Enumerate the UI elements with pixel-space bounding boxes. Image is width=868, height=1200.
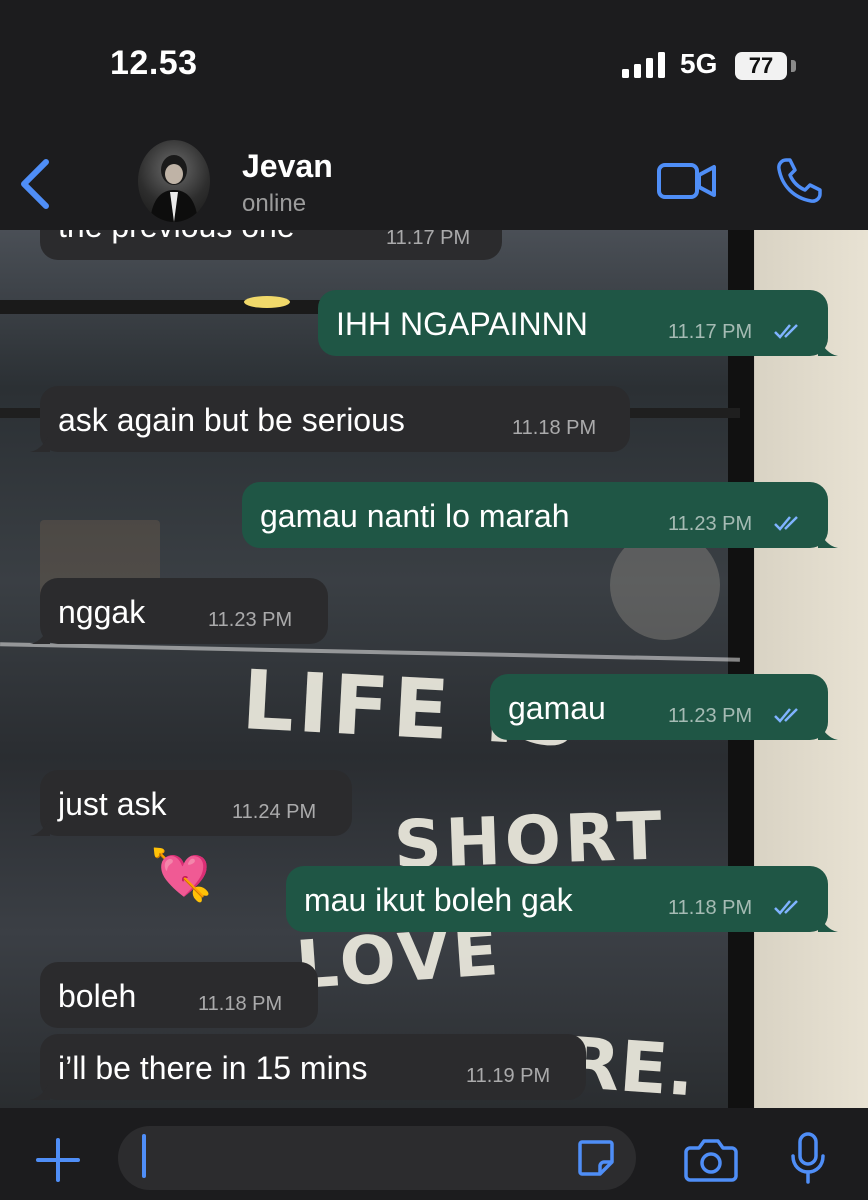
message-text: just ask (58, 786, 167, 822)
wallpaper-lamp (244, 296, 290, 308)
network-type: 5G (680, 48, 718, 79)
message-incoming[interactable]: boleh 11.18 PM (40, 962, 318, 1028)
microphone-icon[interactable] (790, 1132, 826, 1184)
signal-strength-icon (622, 52, 665, 78)
read-receipt-icon (774, 708, 798, 723)
bubble-tail (818, 528, 838, 548)
message-time: 11.23 PM (668, 705, 753, 727)
status-time: 12.53 (110, 44, 198, 82)
bubble-tail (30, 1080, 50, 1100)
message-text: nggak (58, 594, 146, 630)
message-time: 11.19 PM (466, 1065, 551, 1087)
message-time: 11.23 PM (208, 609, 293, 631)
battery-level: 77 (748, 53, 774, 78)
read-receipt-icon (774, 324, 798, 339)
read-receipt-icon (774, 516, 798, 531)
contact-name[interactable]: Jevan (242, 148, 333, 185)
read-receipt-icon (774, 900, 798, 915)
contact-status: online (242, 190, 307, 217)
bubble-tail (818, 336, 838, 356)
text-cursor (142, 1134, 146, 1178)
message-text: gamau nanti lo marah (260, 498, 570, 534)
phone-icon[interactable] (774, 156, 824, 206)
message-outgoing[interactable]: gamau 11.23 PM (490, 674, 838, 740)
message-time: 11.18 PM (198, 993, 283, 1015)
message-incoming[interactable]: just ask 11.24 PM (30, 770, 352, 836)
message-time: 11.18 PM (512, 417, 597, 439)
bubble-tail (818, 912, 838, 932)
avatar[interactable] (138, 140, 210, 222)
message-text: gamau (508, 690, 606, 726)
message-incoming[interactable]: i’ll be there in 15 mins 11.19 PM (30, 1034, 586, 1100)
message-outgoing[interactable]: IHH NGAPAINNN 11.17 PM (318, 290, 838, 356)
camera-icon[interactable] (684, 1136, 738, 1182)
message-text: IHH NGAPAINNN (336, 306, 588, 342)
message-text: ask again but be serious (58, 402, 405, 438)
message-time: 11.17 PM (668, 321, 753, 343)
sticker-icon[interactable] (576, 1138, 616, 1178)
message-incoming[interactable]: ask again but be serious 11.18 PM (30, 386, 630, 452)
message-incoming[interactable]: nggak 11.23 PM (30, 578, 328, 644)
message-text: i’ll be there in 15 mins (58, 1050, 368, 1086)
avatar-photo (150, 155, 198, 222)
chat-header (0, 130, 868, 230)
message-time: 11.23 PM (668, 513, 753, 535)
message-text: mau ikut boleh gak (304, 882, 573, 918)
wallpaper-window-frame (728, 230, 754, 1108)
chevron-left-icon[interactable] (18, 158, 54, 210)
message-time: 11.17 PM (386, 227, 471, 249)
bubble-tail (30, 432, 50, 452)
message-time: 11.18 PM (668, 897, 753, 919)
message-outgoing[interactable]: mau ikut boleh gak 11.18 PM (286, 866, 838, 932)
bubble-tail (818, 720, 838, 740)
bubble-tail (30, 624, 50, 644)
message-input[interactable] (118, 1126, 636, 1190)
heart-reaction-emoji: 💘 (150, 846, 213, 904)
message-time: 11.24 PM (232, 801, 317, 823)
battery-icon: 77 (735, 52, 787, 80)
plus-icon[interactable] (34, 1136, 82, 1184)
message-text: boleh (58, 978, 137, 1014)
video-camera-icon[interactable] (656, 160, 718, 202)
message-outgoing[interactable]: gamau nanti lo marah 11.23 PM (242, 482, 838, 548)
bubble-tail (30, 816, 50, 836)
status-bar: 12.53 5G 77 (0, 0, 868, 130)
battery-tip (791, 60, 796, 72)
